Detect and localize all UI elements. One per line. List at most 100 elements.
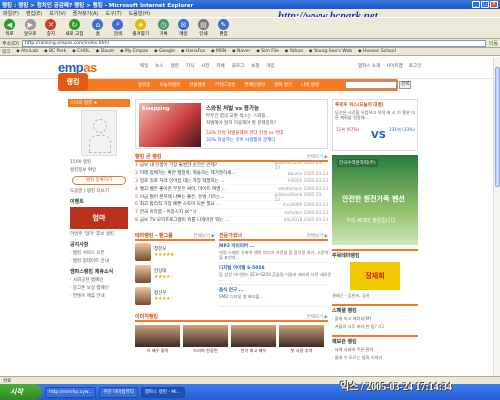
go-button[interactable]: 이동 (489, 40, 498, 47)
photo-caption[interactable]: 이 배우 좋아 (135, 348, 180, 354)
feature-image[interactable]: Swapping (139, 103, 201, 147)
link-item[interactable]: ◆ My Empas (120, 49, 148, 54)
subnav-item[interactable]: 랭킹홈 (138, 82, 150, 88)
menu-item[interactable]: 도움말(H) (129, 10, 150, 17)
toolbar-button[interactable]: ✉ 메일 (177, 19, 189, 37)
table-row[interactable]: 7 한국 아라쯤 - 이종스지 (K^)/ xxhaiker 2005-03-23 (135, 209, 328, 217)
people-more[interactable]: 전체보기 ▶ (194, 233, 215, 239)
gnb-right-link[interactable]: 로그인 (409, 63, 421, 69)
rank-title[interactable]: 7 한국 아라쯤 - 이종스지 (K^)/ (135, 209, 275, 215)
taskbar-task[interactable]: 주만 마이컴퓨터 (99, 386, 138, 398)
vertical-scrollbar[interactable] (493, 57, 500, 376)
toolbar-button[interactable]: ◷ 기록 (157, 19, 169, 37)
rank-title[interactable]: 2 미래 업체가는 확한 행정학, 뭐솔하는 제가말하세... (135, 170, 275, 176)
subnav-item[interactable]: 인물랭킹 (189, 82, 206, 88)
minimize-button[interactable]: _ (472, 1, 480, 8)
photo-thumbnail[interactable] (279, 325, 324, 348)
gnb-link[interactable]: 블로그 (232, 63, 244, 69)
items-more[interactable]: 전체보기 ▶ (307, 233, 328, 239)
partner-item[interactable]: · 컨텐츠 제휴 안내 (70, 293, 128, 299)
toolbar-button[interactable]: ▶ 앞으로 (24, 19, 36, 37)
photo-thumbnail[interactable] (183, 325, 228, 348)
link-item[interactable]: ◆ HanaFos (181, 49, 205, 54)
menu-item[interactable]: 편집(E) (26, 10, 42, 17)
toolbar-button[interactable]: ⌂ 홈 (92, 19, 104, 37)
partner-item[interactable]: · 사회공헌 캠페인 (70, 277, 128, 283)
item-title[interactable]: 음식 연구 ... (219, 287, 244, 293)
event-banner[interactable]: 엄마 (70, 207, 128, 229)
photo-item[interactable]: 첫 사랑 추억 (279, 325, 324, 354)
vs-poll[interactable]: 투로우 위스(오늘의 대결) 당신은 시간을 유럽하고 목적 에 시 기 흥분 … (332, 99, 418, 151)
table-row[interactable]: 5 이금 벌어 본지에 나쁘는 좋은, 유명 기르는... plateauhamb … (135, 192, 328, 202)
other-line[interactable]: · 세계 사회에 주관 편력 (332, 346, 418, 354)
theme-poster[interactable]: 장재희 (350, 262, 400, 290)
table-row[interactable]: 1 금보 내 인생이 가장 불쌍한 순간은 언제? jpaSTAR1235 2005… (135, 160, 328, 170)
feature-title[interactable]: 스와핑 처벌 vs 용가능 (206, 104, 259, 112)
search-button[interactable]: 검색 (399, 81, 411, 89)
photo-caption[interactable]: 드라마 한장면 (183, 348, 228, 354)
table-row[interactable]: 2 미래 업체가는 확한 행정학, 뭐솔하는 제가말하세... bbumx 2005… (135, 170, 328, 178)
subnav-item[interactable]: 영화 랭킹 (274, 82, 292, 88)
toolbar-button[interactable]: ⌕ 검색 (112, 19, 124, 37)
person-photo[interactable] (135, 287, 151, 306)
vs-option-a[interactable]: 11위 (67%) (336, 127, 359, 133)
gnb-link[interactable]: 뉴스 (155, 63, 163, 69)
rank-box-more[interactable]: 전체보기 ▶ (307, 154, 328, 160)
link-item[interactable]: ◆ Young-Seo's Web (309, 49, 352, 54)
table-row[interactable]: 6 최고 합리적 가장 예쁜 스토어 모른 필요 ... rhco4089 2005… (135, 201, 328, 209)
rank-title[interactable]: 3 일로 일로 자라 인이잡 대는 가장 적절하는 ... (135, 178, 275, 184)
list-item[interactable]: 음식 연구 ... SMD 디지털 영 배고플 ... (219, 285, 328, 308)
rank-title[interactable]: 5 이금 벌어 본지에 나쁘는 좋은, 유명 기르는... (135, 194, 275, 200)
photo-caption[interactable]: 첫 사랑 추억 (279, 348, 324, 354)
search-input[interactable] (345, 81, 397, 89)
special-line[interactable]: · 겨울의 크루 봐야 한 팀? (C) (332, 323, 418, 331)
taskbar-task[interactable]: 엠파스 랭킹 - Mi... (140, 386, 185, 398)
address-input[interactable]: http://ranking.empas.com/index.html (21, 39, 486, 47)
gnb-right-link[interactable]: 사이트맵 (386, 63, 403, 69)
maximize-button[interactable]: □ (481, 1, 489, 8)
feature-article[interactable]: Swapping 스와핑 처벌 vs 용가능 부부간 합의 교환 섹스는 스와핑… (135, 99, 328, 149)
link-item[interactable]: ◆ Sim File (256, 49, 278, 54)
start-button[interactable]: 시작 (0, 384, 42, 400)
partner-item[interactable]: · 중고폰 보상 캠페인 (70, 285, 128, 291)
link-item[interactable]: ◆ AhnLab (16, 49, 38, 54)
toolbar-button[interactable]: ↻ 새로 고침 (65, 19, 83, 37)
menu-item[interactable]: 도구(T) (106, 10, 122, 17)
link-item[interactable]: ◆ Google (154, 49, 175, 54)
gnb-link[interactable]: 게임 (266, 63, 274, 69)
menu-item[interactable]: 보기(V) (49, 10, 66, 17)
toolbar-button[interactable]: ▤ 인쇄 (197, 19, 209, 37)
rank-title[interactable]: 1 금보 내 인생이 가장 불쌍한 순간은 언제? (135, 162, 275, 168)
subnav-item[interactable]: 키워드랭킹 (215, 82, 236, 88)
person-photo[interactable] (135, 265, 151, 284)
link-item[interactable]: ◆ MSN (211, 49, 226, 54)
link-item[interactable]: ◆ CHOL (72, 49, 89, 54)
subnav-item[interactable]: 연예인랭킹 (244, 82, 265, 88)
gnb-link[interactable]: 랭킹 (171, 63, 179, 69)
link-item[interactable]: ◆ Yahoo (285, 49, 303, 54)
toolbar-button[interactable]: ◀ 뒤로 (4, 19, 15, 37)
menu-item[interactable]: 파일(F) (3, 10, 19, 17)
photo-item[interactable]: 연기 최고 배우 (231, 325, 276, 354)
link-item[interactable]: ◆ Daum (96, 49, 114, 54)
item-title[interactable]: MP3 아이리버 ... (219, 243, 255, 249)
notice-item[interactable]: · 랭킹 서비스 오픈 (70, 250, 128, 256)
toolbar-button[interactable]: ✎ 편집 (217, 19, 229, 37)
photo-item[interactable]: 드라마 한장면 (183, 325, 228, 354)
rank-title[interactable]: 6 최고 합리적 가장 예쁜 스토어 모른 필요 ... (135, 201, 275, 207)
close-button[interactable]: × (490, 1, 498, 8)
link-item[interactable]: ◆ Naver (232, 49, 250, 54)
photos-more[interactable]: 전체보기 ▶ (307, 314, 328, 320)
photo-thumbnail[interactable] (135, 325, 180, 348)
gnb-right-link[interactable]: 엠파스 소개 (358, 63, 380, 69)
notice-item[interactable]: · 랭킹 업데이트 안내 (70, 258, 128, 264)
other-line[interactable]: · 몰래 수 모르는 영화 이야기 (332, 354, 418, 362)
rank-title[interactable]: 8 금보 TV 모막프로그램이 뭐를 나개미란 뭐는 ... (135, 217, 275, 223)
gnb-link[interactable]: 사전 (201, 63, 209, 69)
toolbar-button[interactable]: ✕ 중지 (45, 19, 57, 37)
subnav-item[interactable]: 나의 랭킹 (301, 82, 319, 88)
toolbar-button[interactable]: ★ 즐겨찾기 (132, 19, 149, 37)
photo-item[interactable]: 이 배우 좋아 (135, 325, 180, 354)
taskbar-task[interactable]: http://minihp.cyw... (45, 386, 97, 398)
menu-item[interactable]: 즐겨찾기(A) (73, 10, 99, 17)
